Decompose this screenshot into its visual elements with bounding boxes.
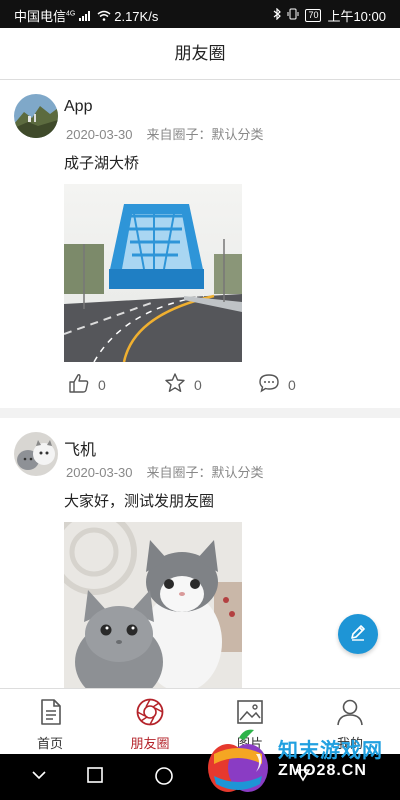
favorite-button[interactable]: 0 [164, 372, 202, 397]
tab-label: 我的 [336, 736, 363, 751]
page-title: 朋友圈 [174, 44, 226, 63]
carrier-name: 中国电信 [14, 9, 67, 24]
document-icon [35, 699, 65, 731]
comment-count: 0 [288, 376, 296, 393]
system-nav-bar [0, 754, 400, 800]
tab-home[interactable]: 首页 [0, 689, 100, 754]
post-meta: 2020-03-30 来自圈子：默认分类 [66, 124, 264, 143]
moments-feed[interactable]: App 2020-03-30 来自圈子：默认分类 成子湖大桥 0 0 0 飞机 … [0, 80, 400, 688]
tab-label: 朋友圈 [130, 736, 170, 751]
network-speed: 2.17K/s [114, 9, 159, 24]
star-icon [164, 372, 186, 397]
post-meta: 2020-03-30 来自圈子：默认分类 [66, 462, 264, 481]
status-right: 70 上午10:00 [273, 6, 386, 25]
wifi-icon [97, 9, 115, 24]
post-text: 大家好，测试发朋友圈 [64, 493, 215, 510]
post-text: 成子湖大桥 [64, 155, 140, 172]
person-icon [335, 699, 365, 731]
comment-button[interactable]: 0 [258, 372, 296, 397]
pencil-icon [348, 622, 368, 647]
status-bar: 中国电信4G 2.17K/s 70 上午10:00 [0, 0, 400, 28]
clock: 上午10:00 [327, 9, 386, 24]
picture-icon [235, 700, 265, 731]
back-triangle-icon[interactable] [294, 766, 312, 789]
post-date: 2020-03-30 [66, 465, 133, 480]
post-date: 2020-03-30 [66, 127, 133, 142]
signal-type: 4G [66, 10, 76, 18]
post-item[interactable]: App 2020-03-30 来自圈子：默认分类 成子湖大桥 0 0 0 [0, 80, 400, 408]
tab-pictures[interactable]: 图片 [200, 689, 300, 754]
kittens-photo[interactable] [64, 522, 242, 688]
tab-profile[interactable]: 我的 [300, 689, 400, 754]
avatar[interactable] [14, 94, 58, 138]
status-left: 中国电信4G 2.17K/s [14, 6, 158, 25]
compose-post-button[interactable] [338, 614, 378, 654]
vibrate-icon [287, 8, 299, 23]
post-separator [0, 408, 400, 418]
like-count: 0 [98, 376, 106, 393]
avatar[interactable] [14, 432, 58, 476]
comment-icon [258, 372, 280, 397]
post-actions: 0 0 0 [68, 372, 308, 396]
battery-icon: 70 [305, 9, 322, 22]
bottom-tab-bar: 首页 朋友圈 图片 我的 [0, 688, 400, 754]
favorite-count: 0 [194, 376, 202, 393]
bridge-photo[interactable] [64, 184, 242, 362]
tab-label: 图片 [236, 736, 263, 751]
signal-icon [78, 9, 97, 24]
bluetooth-icon [273, 7, 282, 23]
recent-apps-icon[interactable] [86, 766, 104, 789]
post-source[interactable]: 来自圈子：默认分类 [147, 127, 264, 142]
post-username[interactable]: App [64, 98, 92, 116]
post-username[interactable]: 飞机 [64, 436, 96, 460]
tab-label: 首页 [36, 736, 63, 751]
hide-keyboard-icon[interactable] [30, 766, 48, 789]
post-item[interactable]: 飞机 2020-03-30 来自圈子：默认分类 大家好，测试发朋友圈 [0, 418, 400, 688]
home-circle-icon[interactable] [154, 766, 174, 791]
thumbs-up-icon [68, 372, 90, 397]
post-source[interactable]: 来自圈子：默认分类 [147, 465, 264, 480]
tab-moments[interactable]: 朋友圈 [100, 689, 200, 754]
like-button[interactable]: 0 [68, 372, 106, 397]
page-header: 朋友圈 [0, 28, 400, 80]
camera-aperture-icon [135, 698, 165, 731]
